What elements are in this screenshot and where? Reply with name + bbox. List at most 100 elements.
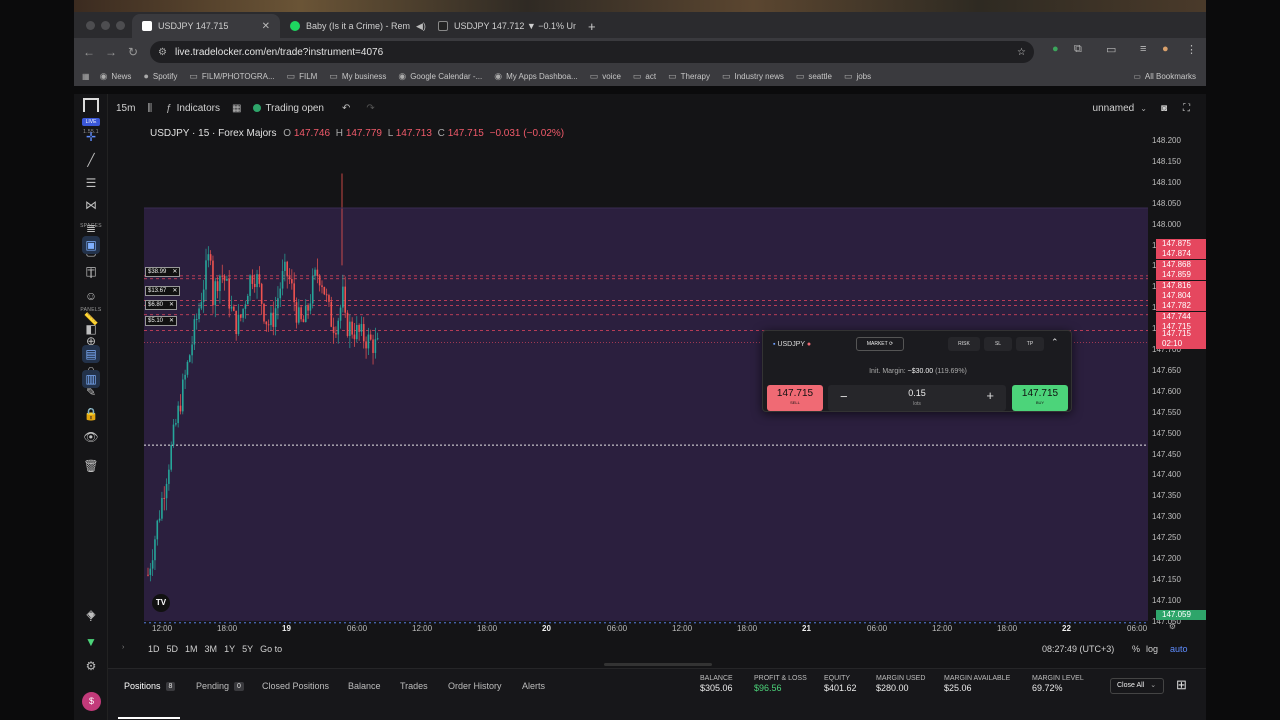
apps-grid-icon[interactable]: ▦ xyxy=(82,72,90,81)
panel-1-icon[interactable]: ◧ xyxy=(82,320,100,338)
close-dot[interactable] xyxy=(86,21,95,30)
close-position-icon[interactable]: ✕ xyxy=(172,268,177,276)
space-1-icon[interactable]: ▣ xyxy=(82,236,100,254)
position-tag[interactable]: $6.80 ✕ xyxy=(145,300,178,310)
space-2-icon[interactable]: ◫ xyxy=(82,262,100,280)
connection-icon[interactable]: ▼ xyxy=(82,633,100,651)
close-position-icon[interactable]: ✕ xyxy=(169,301,174,309)
range-button[interactable]: 1M xyxy=(185,644,198,654)
browser-tab-3[interactable]: USDJPY 147.712 ▼ −0.1% Un ✕ xyxy=(428,14,576,38)
speaker-icon[interactable]: ◀) xyxy=(416,21,426,32)
position-tag[interactable]: $5.10 ✕ xyxy=(145,316,178,326)
position-tag[interactable]: $13.67 ✕ xyxy=(145,286,181,296)
buy-button[interactable]: 147.715 BUY xyxy=(1012,385,1068,411)
reading-list-icon[interactable]: ≡ xyxy=(1140,43,1146,55)
grid-view-icon[interactable]: ⊞ xyxy=(1176,677,1187,693)
user-avatar[interactable]: $ xyxy=(82,692,101,711)
profile-avatar[interactable]: ● xyxy=(1162,43,1169,55)
tab-pending[interactable]: Pending 0 xyxy=(196,681,244,691)
zoom-dot[interactable] xyxy=(116,21,125,30)
price-axis[interactable]: 148.200148.150148.100148.050148.000147.9… xyxy=(1148,122,1206,638)
range-button[interactable]: 5Y xyxy=(242,644,253,654)
goto-button[interactable]: Go to xyxy=(260,644,282,654)
back-icon[interactable]: ← xyxy=(78,45,100,59)
bookmark-item[interactable]: ▭ FILM xyxy=(287,71,318,82)
panel-3-icon[interactable]: ▥ xyxy=(82,370,100,388)
bookmark-star-icon[interactable]: ☆ xyxy=(1017,47,1026,58)
auto-toggle[interactable]: auto xyxy=(1170,644,1188,654)
axis-settings-icon[interactable]: ⚙ xyxy=(1169,622,1176,631)
layouts-grid-icon[interactable]: ▦ xyxy=(232,103,241,114)
reload-icon[interactable]: ↻ xyxy=(122,45,144,59)
collapse-icon[interactable]: › xyxy=(122,644,124,651)
range-button[interactable]: 1D xyxy=(148,644,160,654)
bookmark-item[interactable]: ▭ act xyxy=(633,71,656,82)
range-button[interactable]: 1Y xyxy=(224,644,235,654)
close-tab-icon[interactable]: ✕ xyxy=(262,21,270,32)
plus-icon[interactable]: + xyxy=(986,388,994,403)
site-settings-icon[interactable]: ⚙ xyxy=(158,47,167,58)
minimize-dot[interactable] xyxy=(101,21,110,30)
tab-alerts[interactable]: Alerts xyxy=(522,681,545,691)
menu-icon[interactable]: ⋮ xyxy=(1186,43,1197,56)
close-position-icon[interactable]: ✕ xyxy=(169,317,174,325)
bookmark-item[interactable]: ◉ Google Calendar -... xyxy=(398,71,482,82)
panel-2-icon[interactable]: ▤ xyxy=(82,345,100,363)
sidepanel-icon[interactable]: ▭ xyxy=(1106,43,1116,56)
bookmark-item[interactable]: ◉ My Apps Dashboa... xyxy=(494,71,577,82)
forward-icon[interactable]: → xyxy=(100,45,122,59)
tab-trades[interactable]: Trades xyxy=(400,681,428,691)
grammarly-icon[interactable]: ● xyxy=(1052,43,1059,55)
time-axis[interactable]: ⚙ 12:00 18:00 19 06:00 12:00 18:00 20 06:00 12:0… xyxy=(108,622,1206,636)
bookmark-item[interactable]: ▭ Therapy xyxy=(668,71,710,82)
log-toggle[interactable]: log xyxy=(1146,644,1158,654)
sl-button[interactable]: SL xyxy=(984,337,1012,351)
tab-order-history[interactable]: Order History xyxy=(448,681,502,691)
tab-balance[interactable]: Balance xyxy=(348,681,381,691)
bookmark-item[interactable]: ▭ voice xyxy=(590,71,621,82)
new-tab-button[interactable]: + xyxy=(578,14,602,38)
range-button[interactable]: 3M xyxy=(205,644,218,654)
extensions-icon[interactable]: ⧉ xyxy=(1074,43,1082,56)
resize-handle[interactable] xyxy=(604,663,712,666)
browser-tab-1[interactable]: USDJPY 147.715 ✕ xyxy=(132,14,280,38)
tab-positions[interactable]: Positions 8 xyxy=(124,681,176,691)
bookmark-item[interactable]: ▭ seattle xyxy=(796,71,832,82)
redo-icon[interactable]: ↷ xyxy=(366,103,374,114)
position-tag[interactable]: $38.99 ✕ xyxy=(145,267,181,277)
lots-value[interactable]: 0.15 xyxy=(828,388,1006,398)
interval-selector[interactable]: 15m xyxy=(116,103,135,114)
indicators-button[interactable]: Indicators xyxy=(177,103,220,114)
settings-gear-icon[interactable]: ⚙ xyxy=(82,657,100,675)
lots-stepper[interactable]: − 0.15 lots + xyxy=(828,385,1006,411)
tab-closed-positions[interactable]: Closed Positions xyxy=(262,681,329,691)
candle-body xyxy=(207,254,210,261)
bookmark-item[interactable]: ● Spotify xyxy=(143,71,177,82)
range-button[interactable]: 5D xyxy=(167,644,179,654)
camera-icon[interactable]: ◙ xyxy=(1161,103,1167,114)
order-type-button[interactable]: MARKET ⟳ xyxy=(856,337,904,351)
candle-body xyxy=(219,275,221,292)
candle-type-icon[interactable]: ⫼ xyxy=(147,103,152,114)
url-input[interactable]: ⚙ live.tradelocker.com/en/trade?instrume… xyxy=(150,41,1034,63)
bookmark-item[interactable]: ▭ FILM/PHOTOGRA... xyxy=(189,71,274,82)
bookmark-item[interactable]: ▭ My business xyxy=(329,71,386,82)
layout-name-dropdown[interactable]: unnamed xyxy=(1093,103,1135,114)
undo-icon[interactable]: ↶ xyxy=(342,103,350,114)
fullscreen-icon[interactable]: ⛶ xyxy=(1183,103,1190,114)
bookmark-item[interactable]: ◉ News xyxy=(100,71,132,82)
close-position-icon[interactable]: ✕ xyxy=(172,287,177,295)
all-bookmarks[interactable]: ▭ All Bookmarks xyxy=(1133,72,1196,81)
indicators-icon[interactable]: ƒ xyxy=(166,103,172,114)
collapse-chevron-icon[interactable]: ⌃ xyxy=(1051,337,1059,348)
risk-button[interactable]: RISK xyxy=(948,337,980,351)
percent-toggle[interactable]: % xyxy=(1132,644,1140,654)
browser-tab-2[interactable]: Baby (Is it a Crime) - Rem ◀) ✕ xyxy=(280,14,428,38)
bookmark-item[interactable]: ▭ Industry news xyxy=(722,71,784,82)
help-icon[interactable]: ? xyxy=(82,608,100,626)
bookmark-item[interactable]: ▭ jobs xyxy=(844,71,871,82)
tp-button[interactable]: TP xyxy=(1016,337,1044,351)
close-all-button[interactable]: Close All ⌄ xyxy=(1110,678,1164,694)
chevron-down-icon[interactable]: ⌄ xyxy=(1140,104,1147,113)
sell-button[interactable]: 147.715 SELL xyxy=(767,385,823,411)
